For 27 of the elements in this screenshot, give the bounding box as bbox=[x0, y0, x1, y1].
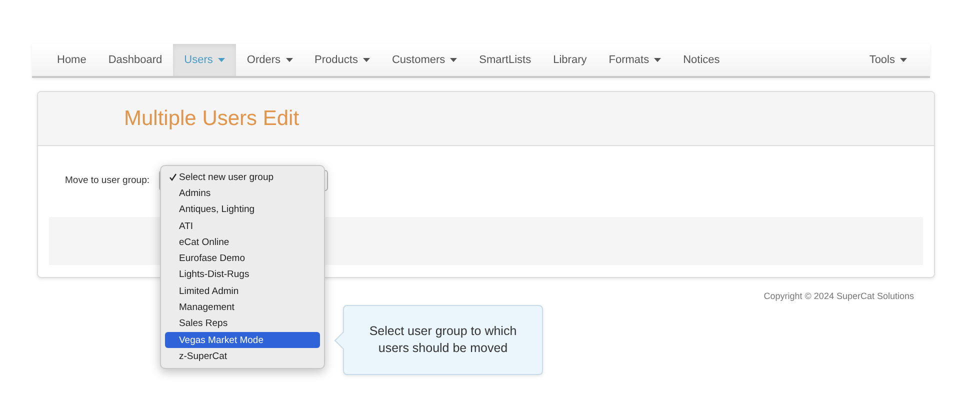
nav-link[interactable]: Notices bbox=[672, 44, 731, 76]
menu-option[interactable]: Eurofase Demo bbox=[165, 250, 320, 267]
nav-link[interactable]: Formats bbox=[598, 44, 672, 76]
nav-link[interactable]: Home bbox=[46, 44, 98, 76]
checkmark-icon bbox=[169, 173, 177, 181]
nav-link[interactable]: Products bbox=[304, 44, 381, 76]
page-title: Multiple Users Edit bbox=[124, 106, 300, 130]
copyright-text: Copyright © 2024 SuperCat Solutions bbox=[764, 291, 914, 301]
menu-option[interactable]: Vegas Market Mode bbox=[165, 332, 320, 348]
menu-option[interactable]: Select new user group bbox=[165, 169, 320, 186]
menu-option[interactable]: Admins bbox=[165, 185, 320, 202]
menu-option[interactable]: z-SuperCat bbox=[165, 348, 320, 365]
nav-link[interactable]: Orders bbox=[236, 44, 304, 76]
nav-link[interactable]: SmartLists bbox=[468, 44, 542, 76]
menu-option[interactable]: Management bbox=[165, 299, 320, 316]
nav-link[interactable]: Library bbox=[542, 44, 598, 76]
tooltip-text: Select user group to which users should be moved bbox=[368, 323, 518, 357]
nav-link[interactable]: Customers bbox=[380, 44, 468, 76]
menu-option[interactable]: eCat Online bbox=[165, 234, 320, 250]
menu-option[interactable]: Antiques, Lighting bbox=[165, 202, 320, 218]
menu-option[interactable]: Limited Admin bbox=[165, 283, 320, 300]
menu-option[interactable]: ATI bbox=[165, 218, 320, 234]
nav-link[interactable]: Tools bbox=[858, 44, 918, 76]
field-label: Move to user group: bbox=[65, 174, 150, 186]
nav-link[interactable]: Dashboard bbox=[97, 44, 174, 76]
menu-option[interactable]: Lights-Dist-Rugs bbox=[165, 266, 320, 284]
menu-option[interactable]: Sales Reps bbox=[165, 316, 320, 332]
